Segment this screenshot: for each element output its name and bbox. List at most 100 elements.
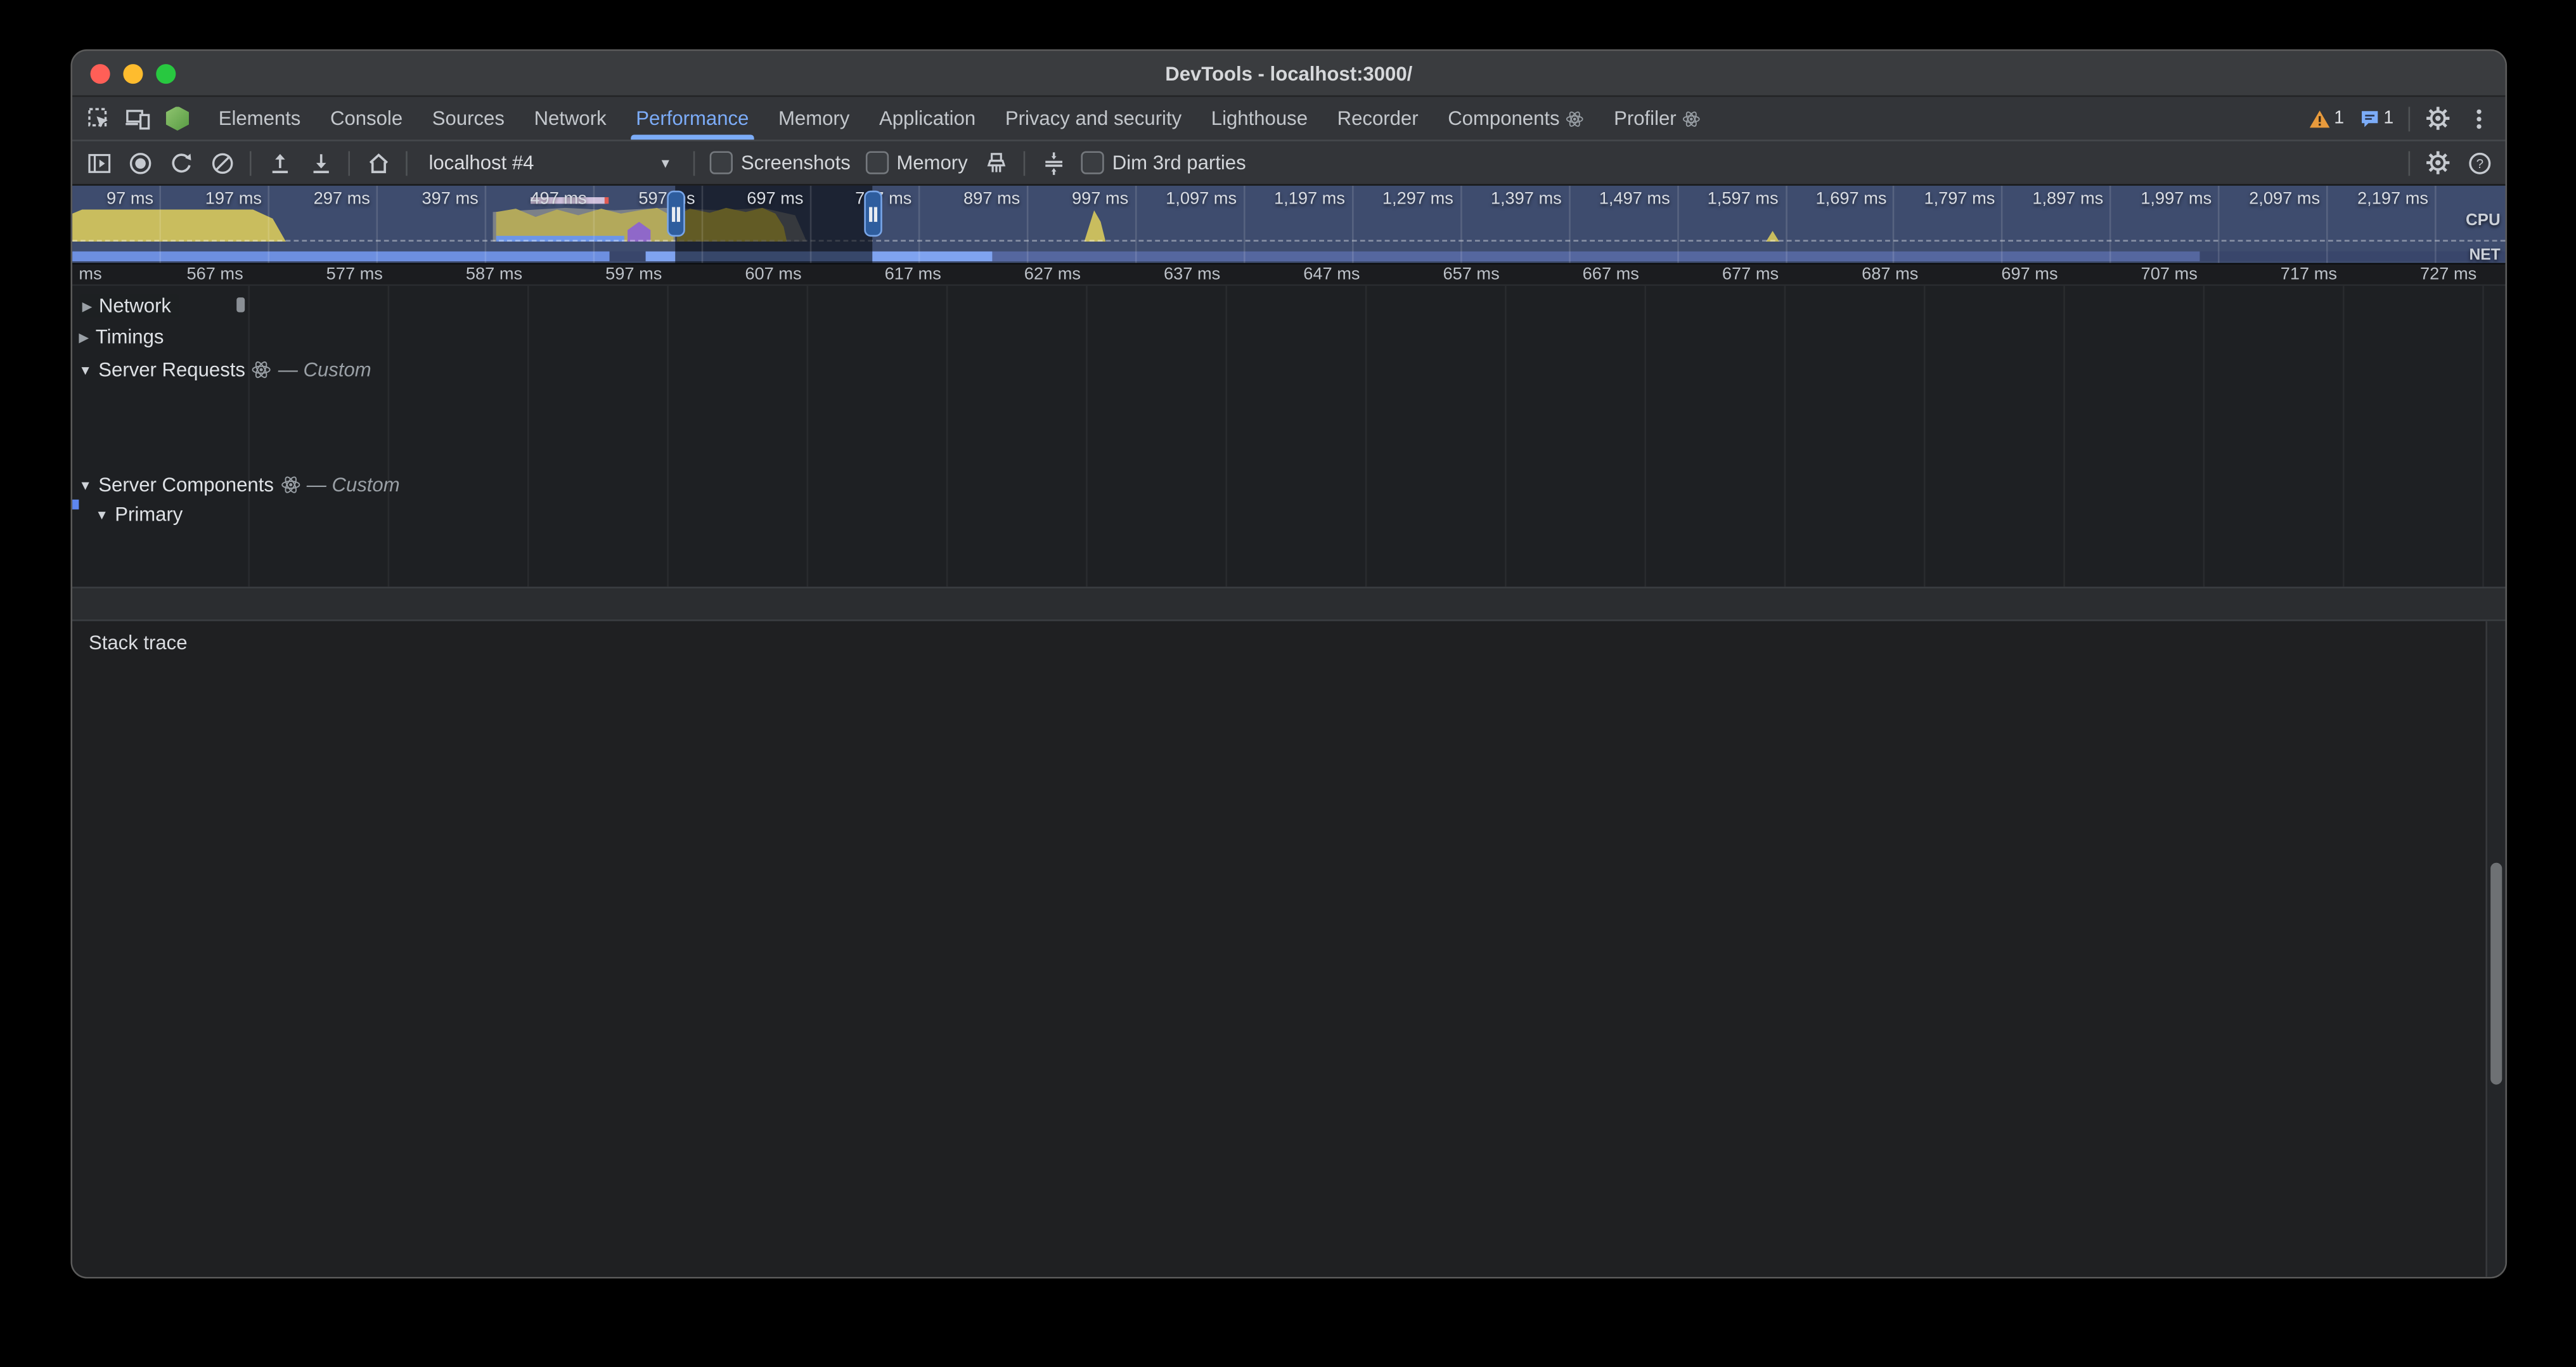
tab-console[interactable]: Console bbox=[316, 97, 418, 139]
overview-tick-label: 1,297 ms bbox=[1342, 189, 1453, 209]
timeline-overview[interactable]: 97 ms197 ms297 ms397 ms497 ms597 ms697 m… bbox=[72, 186, 2505, 264]
track-server-components[interactable]: ▼ Server Components — Custom bbox=[79, 473, 399, 496]
panel-tabs: ElementsConsoleSourcesNetworkPerformance… bbox=[203, 97, 1715, 139]
grid-line bbox=[946, 286, 948, 586]
warning-icon bbox=[2308, 108, 2331, 129]
tab-elements[interactable]: Elements bbox=[203, 97, 315, 139]
tab-lighthouse[interactable]: Lighthouse bbox=[1196, 97, 1322, 139]
overview-tick-label: 1,497 ms bbox=[1558, 189, 1670, 209]
ruler-tick-label: 617 ms bbox=[836, 264, 941, 284]
net-lane-label: NET bbox=[2469, 247, 2500, 265]
more-options-kebab-icon[interactable] bbox=[2466, 105, 2492, 131]
overview-tick-label: 1,697 ms bbox=[1775, 189, 1886, 209]
tab-performance[interactable]: Performance bbox=[621, 97, 764, 139]
record-and-reload-button[interactable] bbox=[167, 150, 193, 176]
warning-count[interactable]: 1 bbox=[2308, 108, 2344, 129]
toggle-sidebar-icon[interactable] bbox=[86, 150, 112, 176]
tab-memory[interactable]: Memory bbox=[764, 97, 865, 139]
grid-line bbox=[1644, 286, 1646, 586]
checkbox-box bbox=[865, 151, 888, 174]
cpu-lane-label: CPU bbox=[2466, 212, 2501, 230]
dim-3rd-parties-checkbox[interactable]: Dim 3rd parties bbox=[1081, 151, 1246, 174]
traffic-lights bbox=[91, 64, 176, 84]
ruler-tick-label: 567 ms bbox=[138, 264, 243, 284]
ruler-tick-label: 677 ms bbox=[1673, 264, 1779, 284]
record-button[interactable] bbox=[127, 150, 153, 176]
disclosure-triangle-icon: ▼ bbox=[79, 477, 92, 492]
scrollbar-thumb[interactable] bbox=[2490, 863, 2502, 1085]
window-title: DevTools - localhost:3000/ bbox=[1165, 62, 1412, 84]
close-window-button[interactable] bbox=[91, 64, 110, 84]
live-metrics-home-icon[interactable] bbox=[364, 150, 390, 176]
overview-tick-label: 497 ms bbox=[475, 189, 586, 209]
garbage-collect-icon[interactable] bbox=[982, 150, 1008, 176]
titlebar[interactable]: DevTools - localhost:3000/ bbox=[72, 51, 2505, 97]
tab-profiler[interactable]: Profiler bbox=[1599, 97, 1716, 139]
checkbox-box bbox=[710, 151, 733, 174]
message-icon bbox=[2359, 108, 2381, 129]
grid-line bbox=[2063, 286, 2064, 586]
settings-gear-icon[interactable] bbox=[2425, 105, 2450, 131]
panel-tabbar: ElementsConsoleSourcesNetworkPerformance… bbox=[72, 97, 2505, 141]
tabbar-status: 1 1 bbox=[2308, 105, 2492, 131]
issues-count[interactable]: 1 bbox=[2359, 108, 2394, 129]
capture-settings-gear-icon[interactable] bbox=[2425, 150, 2450, 176]
disclosure-triangle-icon: ▼ bbox=[95, 507, 108, 522]
track-timings[interactable]: ▶ Timings bbox=[79, 325, 164, 348]
inspect-element-icon[interactable] bbox=[86, 105, 112, 131]
overview-tick-label: 197 ms bbox=[150, 189, 262, 209]
grid-line bbox=[2203, 286, 2205, 586]
ruler-tick-label: 627 ms bbox=[976, 264, 1081, 284]
overview-tick-label: 897 ms bbox=[908, 189, 1020, 209]
grid-line bbox=[1086, 286, 1088, 586]
stack-trace-title: Stack trace bbox=[72, 621, 2487, 666]
grid-line bbox=[2342, 286, 2344, 586]
overview-tick-label: 697 ms bbox=[692, 189, 803, 209]
help-icon[interactable]: ? bbox=[2466, 150, 2492, 176]
grid-line bbox=[1504, 286, 1506, 586]
tab-sources[interactable]: Sources bbox=[417, 97, 519, 139]
tab-recorder[interactable]: Recorder bbox=[1322, 97, 1433, 139]
overview-tick-label: 297 ms bbox=[259, 189, 370, 209]
disclosure-triangle-icon: ▼ bbox=[79, 362, 92, 377]
track-primary[interactable]: ▼ Primary bbox=[95, 503, 183, 526]
divider bbox=[693, 150, 695, 175]
track-grip[interactable] bbox=[236, 297, 245, 312]
grid-line bbox=[1365, 286, 1367, 586]
tab-components[interactable]: Components bbox=[1433, 97, 1599, 139]
load-profile-icon[interactable] bbox=[266, 150, 292, 176]
selection-handle-left[interactable] bbox=[667, 191, 686, 237]
tab-network[interactable]: Network bbox=[519, 97, 621, 139]
overview-tick-label: 1,797 ms bbox=[1883, 189, 1995, 209]
screenshots-checkbox[interactable]: Screenshots bbox=[710, 151, 851, 174]
ruler-tick-label: 577 ms bbox=[278, 264, 383, 284]
tab-privacy-and-security[interactable]: Privacy and security bbox=[991, 97, 1197, 139]
tab-application[interactable]: Application bbox=[865, 97, 991, 139]
summary-pane: Stack trace bbox=[72, 621, 2505, 1277]
history-select[interactable]: localhost #4 ▼ bbox=[422, 148, 678, 178]
selection-handle-right[interactable] bbox=[865, 191, 883, 237]
clear-icon[interactable] bbox=[209, 150, 235, 176]
track-network[interactable]: ▶ Network bbox=[79, 294, 179, 317]
flame-chart[interactable]: ▶ Network ▶ Timings ▼ Server Requests — … bbox=[72, 286, 2505, 586]
overview-tick-label: 2,097 ms bbox=[2208, 189, 2320, 209]
tabbar-tools bbox=[86, 105, 191, 131]
ruler-tick-label: 697 ms bbox=[1953, 264, 2058, 284]
overview-tick-label: 1,097 ms bbox=[1125, 189, 1237, 209]
ruler-tick-label: 727 ms bbox=[2371, 264, 2476, 284]
maximize-window-button[interactable] bbox=[156, 64, 176, 84]
disclosure-triangle-icon: ▶ bbox=[79, 330, 89, 344]
react-atom-icon bbox=[252, 360, 271, 380]
overview-tick-label: 1,897 ms bbox=[1992, 189, 2103, 209]
ruler-tick-label: 657 ms bbox=[1394, 264, 1500, 284]
collapse-icon[interactable] bbox=[1040, 150, 1066, 176]
performance-toolbar: localhost #4 ▼ Screenshots Memory Dim 3 bbox=[72, 141, 2505, 186]
minimize-window-button[interactable] bbox=[123, 64, 143, 84]
save-profile-icon[interactable] bbox=[307, 150, 333, 176]
overview-tick-label: 2,197 ms bbox=[2317, 189, 2428, 209]
memory-checkbox[interactable]: Memory bbox=[865, 151, 968, 174]
grid-line bbox=[248, 286, 250, 586]
scrollbar[interactable] bbox=[2485, 621, 2505, 1277]
device-toolbar-icon[interactable] bbox=[125, 105, 151, 131]
track-server-requests[interactable]: ▼ Server Requests — Custom bbox=[79, 358, 371, 381]
